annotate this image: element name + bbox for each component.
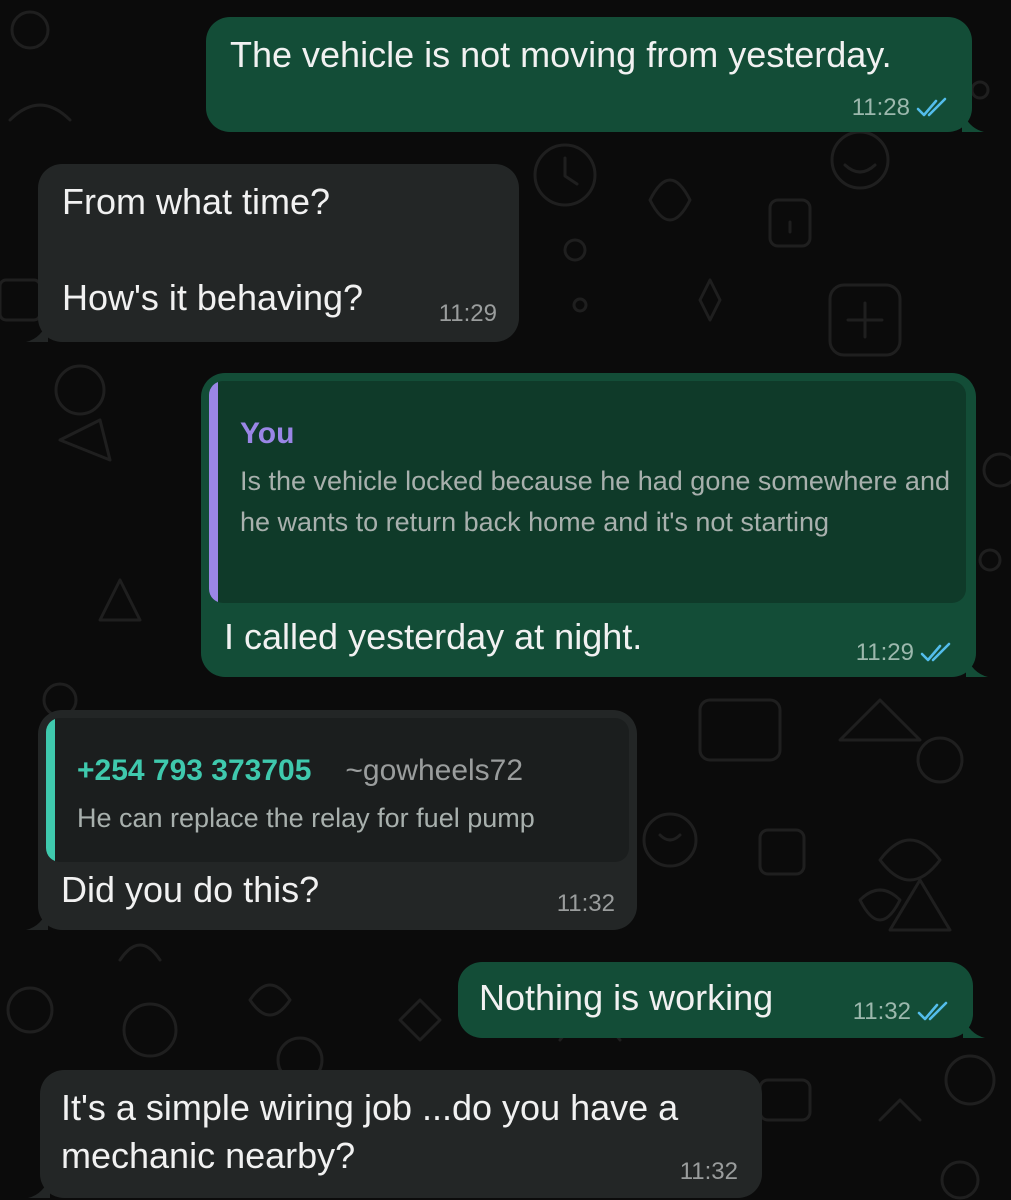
quoted-message[interactable]: +254 793 373705 ~gowheels72 He can repla… (46, 718, 629, 862)
message-text: The vehicle is not moving from yesterday… (230, 34, 892, 75)
double-check-read-icon (917, 1001, 948, 1021)
message-text: Nothing is working (479, 977, 774, 1018)
quote-author: You (240, 417, 295, 450)
incoming-message-bubble[interactable]: From what time? How's it behaving? 11:29 (26, 164, 519, 342)
quote-accent-bar (46, 718, 55, 862)
message-time: 11:29 (438, 300, 497, 327)
incoming-message-bubble[interactable]: It's a simple wiring job ...do you have … (28, 1070, 762, 1198)
bubble-tail (962, 110, 984, 132)
quote-author-name: ~gowheels72 (345, 754, 524, 787)
message-time: 11:32 (679, 1158, 738, 1185)
double-check-read-icon (920, 642, 951, 662)
double-check-read-icon (916, 97, 947, 117)
quote-header: +254 793 373705 ~gowheels72 (77, 752, 523, 790)
message-meta: 11:32 (680, 1158, 738, 1186)
quote-author-phone: +254 793 373705 (77, 754, 312, 787)
message-time: 11:28 (851, 94, 910, 121)
message-time: 11:32 (852, 998, 911, 1025)
quote-accent-bar (209, 381, 218, 603)
bubble-tail (26, 908, 48, 930)
bubble-tail (28, 1176, 50, 1198)
message-meta: 11:28 (852, 94, 950, 122)
outgoing-reply-message-bubble[interactable]: You Is the vehicle locked because he had… (201, 373, 988, 677)
message-time: 11:29 (855, 639, 914, 666)
incoming-reply-message-bubble[interactable]: +254 793 373705 ~gowheels72 He can repla… (26, 710, 637, 930)
message-time: 11:32 (556, 890, 615, 917)
bubble-tail (966, 655, 988, 677)
outgoing-message-bubble[interactable]: Nothing is working 11:32 (458, 962, 985, 1038)
message-meta: 11:32 (853, 998, 951, 1026)
quote-text: He can replace the relay for fuel pump (77, 803, 535, 833)
message-text: From what time? How's it behaving? (62, 181, 364, 318)
quote-text: Is the vehicle locked because he had gon… (240, 466, 950, 537)
message-text: I called yesterday at night. (224, 616, 643, 657)
message-text: Did you do this? (61, 869, 320, 910)
bubble-tail (26, 320, 48, 342)
message-meta: 11:29 (439, 300, 497, 328)
message-meta: 11:29 (856, 639, 954, 667)
outgoing-message-bubble[interactable]: The vehicle is not moving from yesterday… (206, 17, 984, 132)
chat-thread: The vehicle is not moving from yesterday… (0, 0, 1011, 1200)
bubble-tail (963, 1016, 985, 1038)
quoted-message[interactable]: You Is the vehicle locked because he had… (209, 381, 966, 603)
message-text: It's a simple wiring job ...do you have … (61, 1087, 689, 1176)
message-meta: 11:32 (557, 890, 615, 918)
